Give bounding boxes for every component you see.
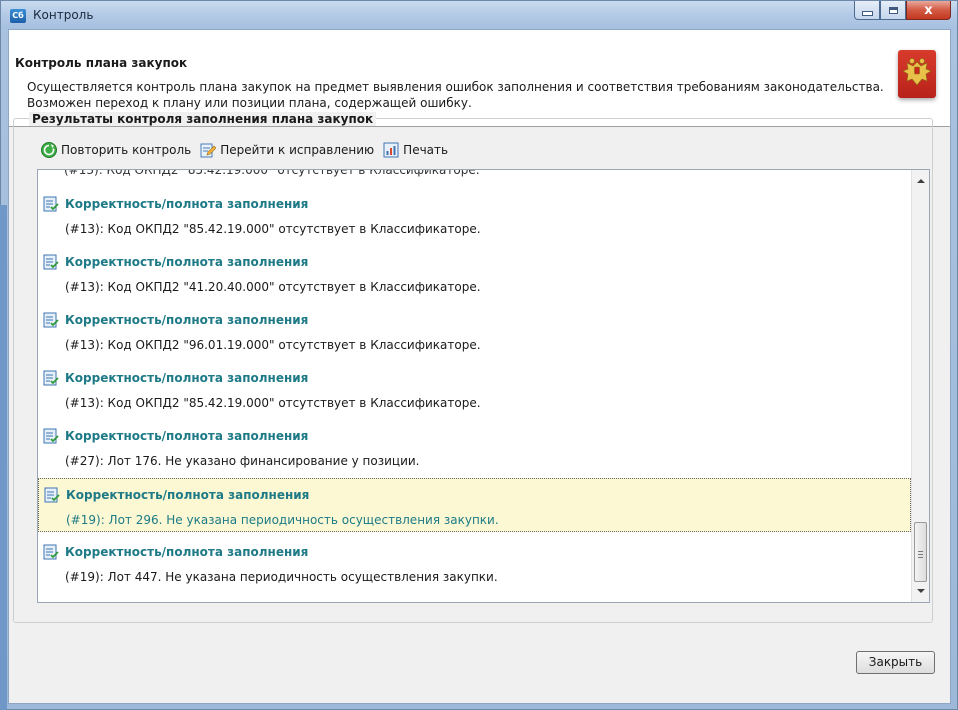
checklist-icon — [43, 196, 59, 212]
list-item-text: (#13): Код ОКПД2 "96.01.19.000" отсутств… — [65, 338, 481, 352]
list-item-title: Корректность/полнота заполнения — [65, 197, 309, 211]
list-item-text: (#13): Код ОКПД2 "85.42.19.000" отсутств… — [65, 222, 481, 236]
window: Cб Контроль x Контроль плана закупок Осу… — [0, 0, 958, 710]
list-item[interactable]: Корректность/полнота заполнения (#19): Ло… — [38, 536, 911, 590]
coat-of-arms-icon — [898, 50, 936, 98]
list-item-title: Корректность/полнота заполнения — [65, 429, 309, 443]
repeat-control-button[interactable]: Повторить контроль — [41, 142, 191, 158]
print-label: Печать — [403, 143, 449, 157]
caption-buttons: x — [854, 1, 951, 21]
list-item-title: Корректность/полнота заполнения — [65, 313, 309, 327]
list-item-title: Корректность/полнота заполнения — [65, 255, 309, 269]
app-icon: Cб — [10, 9, 26, 23]
close-button[interactable]: Закрыть — [856, 651, 935, 674]
list-item-title: Корректность/полнота заполнения — [66, 488, 310, 502]
page-title: Контроль плана закупок — [15, 56, 188, 70]
list-item-text: (#13): Код ОКПД2 "41.20.40.000" отсутств… — [65, 280, 481, 294]
list-item[interactable]: Корректность/полнота заполнения (#13): Ко… — [38, 246, 911, 300]
toolbar: Повторить контроль Перейти к исправлению… — [41, 140, 457, 160]
list-item[interactable]: Корректность/полнота заполнения (#19): Ло… — [38, 478, 911, 532]
refresh-icon — [41, 142, 57, 158]
goto-fix-label: Перейти к исправлению — [220, 143, 375, 157]
print-icon — [383, 142, 399, 158]
close-icon: x — [924, 2, 933, 18]
list-item-text: (#19): Лот 447. Не указана периодичность… — [65, 570, 498, 584]
scroll-up-icon[interactable] — [917, 179, 925, 183]
minimize-icon — [861, 11, 873, 16]
header-description-line2: Возможен переход к плану или позиции пла… — [27, 96, 472, 110]
checklist-icon — [43, 544, 59, 560]
edit-icon — [200, 143, 217, 158]
results-list[interactable]: (#13): Код ОКПД2 "85.42.19.000" отсутств… — [37, 169, 930, 603]
checklist-icon — [43, 254, 59, 270]
list-item-title: Корректность/полнота заполнения — [65, 545, 309, 559]
maximize-icon — [888, 6, 898, 14]
list-item-text: (#27): Лот 176. Не указано финансировани… — [65, 454, 420, 468]
maximize-button[interactable] — [880, 1, 906, 20]
minimize-button[interactable] — [854, 1, 880, 20]
clipped-list-item-text: (#13): Код ОКПД2 "85.42.19.000" отсутств… — [64, 169, 480, 177]
list-item-text: (#13): Код ОКПД2 "85.42.19.000" отсутств… — [65, 396, 481, 410]
list-item[interactable]: Корректность/полнота заполнения (#13): Ко… — [38, 304, 911, 358]
background-window-edge — [0, 205, 7, 710]
grip-icon — [918, 551, 923, 558]
window-title: Контроль — [33, 8, 94, 22]
list-item-text: (#19): Лот 296. Не указана периодичность… — [66, 513, 499, 527]
title-bar[interactable]: Cб Контроль x — [1, 1, 957, 29]
scrollbar-thumb[interactable] — [914, 522, 927, 582]
print-button[interactable]: Печать — [383, 142, 448, 158]
header-description-line1: Осуществляется контроль плана закупок на… — [27, 80, 884, 94]
repeat-control-label: Повторить контроль — [61, 143, 192, 157]
close-window-button[interactable]: x — [906, 1, 951, 20]
list-item[interactable]: Корректность/полнота заполнения (#13): Ко… — [38, 362, 911, 416]
results-group-title: Результаты контроля заполнения плана зак… — [29, 112, 377, 126]
list-item[interactable]: Корректность/полнота заполнения (#27): Ло… — [38, 420, 911, 474]
list-item-title: Корректность/полнота заполнения — [65, 371, 309, 385]
scroll-down-icon[interactable] — [917, 589, 925, 593]
list-item[interactable]: Корректность/полнота заполнения (#13): Ко… — [38, 188, 911, 242]
checklist-icon — [44, 487, 60, 503]
goto-fix-button[interactable]: Перейти к исправлению — [200, 142, 374, 158]
checklist-icon — [43, 370, 59, 386]
checklist-icon — [43, 312, 59, 328]
vertical-scrollbar[interactable] — [911, 170, 929, 602]
checklist-icon — [43, 428, 59, 444]
